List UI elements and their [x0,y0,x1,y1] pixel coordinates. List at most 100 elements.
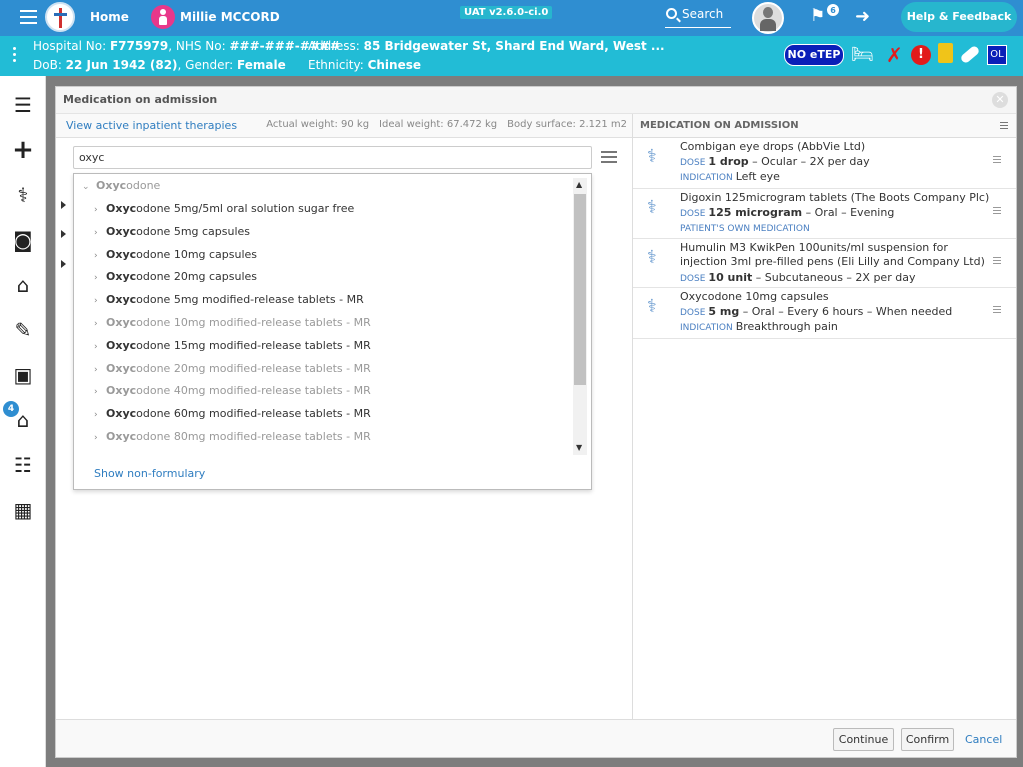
result-rest-text: odone 5mg modified-release tablets - MR [136,293,364,307]
search-result-item[interactable]: › Oxycodone 40mg modified-release tablets… [94,384,371,404]
medication-icon: ⚕ [647,247,657,268]
result-rest-text: odone 60mg modified-release tablets - MR [136,407,371,421]
scroll-down-arrow-icon[interactable]: ▼ [576,443,582,452]
expand-arrow-icon[interactable] [61,230,67,238]
dose-value: 1 drop [708,155,749,168]
patient-metrics: Actual weight: 90 kg Ideal weight: 67.472… [256,119,627,130]
extra-value: Breakthrough pain [735,320,838,333]
close-icon[interactable]: ✕ [992,92,1008,108]
hospital-label: Hospital No: [33,39,110,53]
search-result-item[interactable]: › Oxycodone 60mg modified-release tablets… [94,407,371,427]
list-icon[interactable]: ☰ [11,93,35,117]
medication-item[interactable]: ⚕ Oxycodone 10mg capsules DOSE 5 mg – Oral … [633,288,1016,339]
pill-icon[interactable] [959,44,981,65]
actual-weight: Actual weight: 90 kg [266,119,370,130]
user-avatar[interactable] [752,2,784,34]
scroll-up-arrow-icon[interactable]: ▲ [576,180,582,189]
no-etep-badge[interactable]: NO eTEP [784,44,844,66]
medication-search-input[interactable] [73,146,592,169]
expand-arrow-icon[interactable] [61,201,67,209]
medication-menu-icon[interactable] [993,257,1001,266]
search-results-list: ⌄ Oxycodone › Oxycodone 5mg/5ml oral solut… [74,174,571,457]
result-match-text: Oxyc [106,361,137,375]
search-button[interactable]: Search [665,6,731,28]
search-result-item[interactable]: › Oxycodone 15mg modified-release tablets… [94,339,371,359]
help-feedback-button[interactable]: Help & Feedback [901,2,1017,32]
dose-value: 5 mg [708,305,740,318]
medication-menu-icon[interactable] [993,207,1001,216]
medication-name: Humulin M3 KwikPen 100units/ml suspensio… [680,241,985,268]
result-rest-text: odone 5mg capsules [136,224,251,238]
camera-icon[interactable]: ◙ [11,228,35,252]
chevron-right-icon: › [94,364,98,375]
home-link[interactable]: Home [90,10,129,24]
medication-item[interactable]: ⚕ Combigan eye drops (AbbVie Ltd) DOSE 1 dr… [633,138,1016,189]
show-non-formulary-link[interactable]: Show non-formulary [94,467,205,480]
medication-on-admission-panel: MEDICATION ON ADMISSION ⚕ Combigan eye dr… [633,114,1016,719]
chevron-right-icon: › [94,433,98,443]
body-surface: Body surface: 2.121 m2 [507,119,627,130]
cancel-link[interactable]: Cancel [965,733,1002,746]
medication-menu-icon[interactable] [993,306,1001,315]
search-result-item[interactable]: › Oxycodone 20mg capsules [94,270,257,290]
medication-dose-line: DOSE 5 mg – Oral – Every 6 hours – When n… [680,305,952,318]
search-result-item[interactable]: › Oxycodone 5mg capsules [94,225,250,245]
ward-icon[interactable]: ▦ [11,498,35,522]
result-rest-text: odone 10mg capsules [136,247,258,261]
patient-metrics-bar: View active inpatient therapies Actual w… [56,114,632,138]
search-options-menu-icon[interactable] [601,151,617,163]
search-result-item[interactable]: › Oxycodone 5mg/5ml oral solution sugar f… [94,202,354,222]
result-rest-text: odone 40mg modified-release tablets - MR [136,384,371,398]
add-icon[interactable]: + [11,137,35,163]
medication-item[interactable]: ⚕ Humulin M3 KwikPen 100units/ml suspensi… [633,239,1016,288]
expand-arrow-icon[interactable] [61,260,67,268]
list-menu-icon[interactable] [1000,122,1008,131]
continue-button[interactable]: Continue [833,728,894,751]
ethnicity-value: Chinese [367,58,421,72]
confirm-button[interactable]: Confirm [901,728,954,751]
search-result-item[interactable]: › Oxycodone 10mg capsules [94,248,257,268]
dose-route-frequency: – Subcutaneous – 2X per day [752,271,916,284]
prescription-icon[interactable]: ✎ [11,318,35,342]
search-result-item[interactable]: › Oxycodone 10mg modified-release tablets… [94,316,371,336]
admission-list-title: MEDICATION ON ADMISSION [640,120,799,131]
patient-female-icon [151,5,175,29]
stethoscope-icon[interactable]: ⚕ [11,183,35,207]
ethnicity-label: Ethnicity: [308,58,368,72]
chevron-down-icon: ⌄ [82,182,90,192]
home-medical-icon[interactable]: ⌂ [11,273,35,297]
extra-tag: INDICATION [680,173,733,183]
result-rest-text: odone 20mg capsules [136,270,258,284]
ol-badge[interactable]: OL [987,45,1007,65]
result-rest-text: odone 5mg/5ml oral solution sugar free [136,202,355,215]
medication-item[interactable]: ⚕ Digoxin 125microgram tablets (The Boots… [633,189,1016,239]
flag-icon[interactable]: ⚑ [810,8,825,25]
alert-icon[interactable]: ! [911,45,931,65]
view-active-therapies-link[interactable]: View active inpatient therapies [66,119,237,132]
dialog-header: Medication on admission ✕ [56,87,1016,114]
red-cross-icon[interactable]: ✗ [886,43,903,67]
search-result-item[interactable]: › Oxycodone 80mg modified-release tablets… [94,430,371,450]
medical-kit-icon[interactable]: ▣ [11,363,35,387]
medication-icon: ⚕ [647,296,657,317]
patient-name[interactable]: Millie MCCORD [180,10,280,24]
discharge-icon[interactable]: ⌂ [11,408,35,432]
search-result-item[interactable]: › Oxycodone 20mg modified-release tablets… [94,362,371,382]
dose-tag: DOSE [680,274,706,284]
hamburger-menu-icon[interactable] [20,10,37,24]
results-scrollbar[interactable]: ▲ ▼ [573,178,587,455]
patient-banner: Hospital No: F775979, NHS No: ###-###-##… [0,36,1023,76]
scrollbar-thumb[interactable] [574,194,586,385]
dob-value: 22 Jun 1942 (82) [65,58,178,72]
banner-menu-icon[interactable] [13,47,17,65]
clipboard-icon[interactable] [938,43,953,63]
result-match-text: Oxyc [106,338,137,352]
medication-menu-icon[interactable] [993,156,1001,165]
bed-icon[interactable]: 🛏 [851,44,874,65]
result-group-oxycodone[interactable]: ⌄ Oxycodone [82,179,160,192]
app-logo[interactable] [45,2,75,32]
search-result-item[interactable]: › Oxycodone 5mg modified-release tablets … [94,293,364,313]
logout-icon[interactable]: ➜ [855,8,870,26]
result-match-text: Oxyc [106,316,137,329]
checklist-icon[interactable]: ☷ [11,453,35,477]
